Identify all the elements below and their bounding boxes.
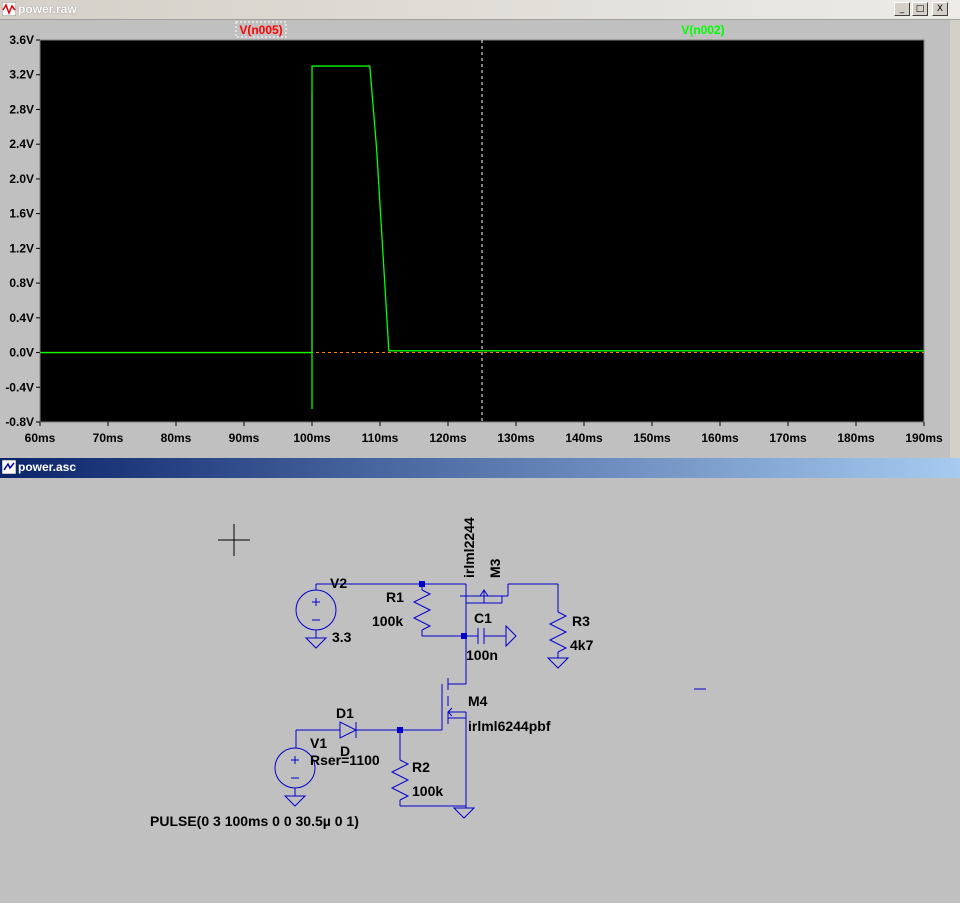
y-tick-label: 0.8V	[9, 276, 34, 290]
v1-label: V1	[310, 735, 327, 751]
r1-value: 100k	[372, 613, 403, 629]
m3-label: M3	[487, 558, 503, 578]
m4-label: M4	[468, 693, 488, 709]
r2-value: 100k	[412, 783, 443, 799]
x-tick-label: 190ms	[905, 431, 943, 445]
v2-source[interactable]	[295, 584, 337, 649]
r2-label: R2	[412, 759, 430, 775]
x-tick-label: 100ms	[293, 431, 331, 445]
y-tick-label: 3.6V	[9, 33, 34, 47]
x-tick-label: 70ms	[93, 431, 124, 445]
x-tick-label: 90ms	[229, 431, 260, 445]
c1-label: C1	[474, 610, 492, 626]
y-tick-label: -0.8V	[5, 415, 34, 429]
plot-window-titlebar[interactable]: power.raw _ □ X	[0, 0, 960, 20]
x-tick-label: 150ms	[633, 431, 671, 445]
y-tick-label: 0.0V	[9, 346, 34, 360]
y-tick-label: -0.4V	[5, 380, 34, 394]
x-tick-label: 110ms	[362, 431, 399, 445]
y-tick-label: 0.4V	[9, 311, 34, 325]
x-tick-label: 140ms	[565, 431, 603, 445]
y-tick-label: 2.4V	[9, 137, 34, 151]
waveform-plot[interactable]: 3.6V 3.2V 2.8V 2.4V 2.0V 1.6V 1.2V 0.8V 0.4V 0.0V…	[0, 20, 950, 458]
legend-label-0: V(n005)	[239, 23, 282, 37]
x-tick-label: 60ms	[25, 431, 56, 445]
c1-capacitor[interactable]	[466, 624, 517, 648]
x-tick-label: 180ms	[837, 431, 875, 445]
y-tick-label: 3.2V	[9, 68, 34, 82]
schematic-canvas[interactable]: V2 3.3 R1 100k irlml2244 M3 C1 100n R3 4…	[0, 478, 960, 903]
x-tick-label: 80ms	[161, 431, 192, 445]
minimize-button[interactable]: _	[894, 2, 910, 16]
plot-window-border	[950, 20, 960, 458]
v1-spice-line: PULSE(0 3 100ms 0 0 30.5µ 0 1)	[150, 813, 359, 829]
v1-source[interactable]	[274, 730, 316, 807]
y-tick-label: 1.6V	[9, 207, 34, 221]
c1-value: 100n	[466, 647, 498, 663]
r3-value: 4k7	[570, 637, 594, 653]
x-tick-label: 160ms	[701, 431, 739, 445]
close-button[interactable]: X	[932, 2, 948, 16]
r3-label: R3	[572, 613, 590, 629]
waveform-icon	[2, 2, 16, 16]
y-tick-label: 2.0V	[9, 172, 34, 186]
x-tick-label: 170ms	[769, 431, 807, 445]
m4-value: irlml6244pbf	[468, 718, 551, 734]
crosshair-cursor-icon	[218, 524, 250, 556]
v2-label: V2	[330, 575, 347, 591]
schematic-icon	[2, 460, 16, 474]
m3-value: irlml2244	[461, 517, 477, 578]
plot-window-title: power.raw	[18, 2, 77, 16]
restore-button[interactable]: □	[912, 2, 928, 16]
schematic-window-titlebar[interactable]: power.asc	[0, 458, 960, 478]
legend-label-1: V(n002)	[681, 23, 724, 37]
r3-resistor[interactable]	[546, 584, 570, 669]
v2-value: 3.3	[332, 629, 352, 645]
schematic-window-title: power.asc	[18, 460, 77, 474]
v1-rser: Rser=1100	[310, 752, 380, 768]
r1-label: R1	[386, 589, 404, 605]
y-tick-label: 2.8V	[9, 102, 34, 116]
y-tick-label: 1.2V	[9, 241, 34, 255]
x-tick-label: 130ms	[497, 431, 535, 445]
r1-resistor[interactable]	[412, 584, 466, 637]
d1-label: D1	[336, 705, 354, 721]
x-tick-label: 120ms	[429, 431, 467, 445]
